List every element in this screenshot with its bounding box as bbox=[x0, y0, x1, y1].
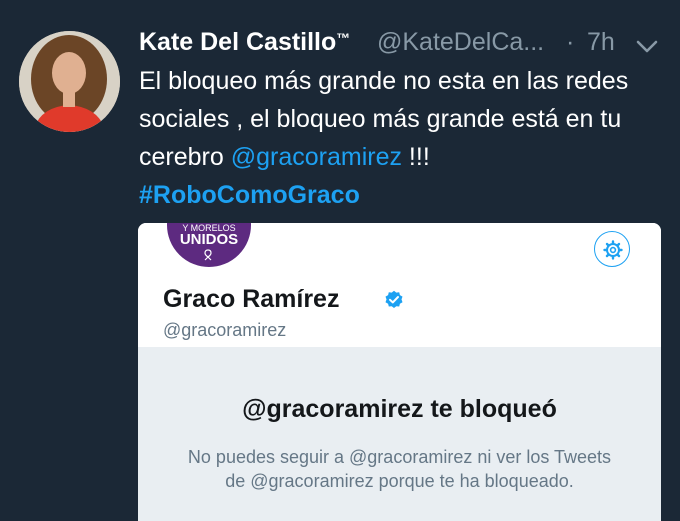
profile-avatar[interactable]: Y MORELOS UNIDOS bbox=[165, 223, 253, 269]
profile-name[interactable]: Graco Ramírez bbox=[163, 285, 339, 314]
separator-dot: · bbox=[566, 28, 575, 56]
profile-header: Y MORELOS UNIDOS Graco Ramírez @gracoram… bbox=[138, 223, 661, 347]
ribbon-icon bbox=[204, 249, 212, 261]
blocked-title: @gracoramirez te bloqueó bbox=[242, 395, 557, 423]
author-avatar[interactable] bbox=[19, 31, 120, 132]
blocked-description: No puedes seguir a @gracoramirez ni ver … bbox=[187, 447, 612, 491]
author-handle[interactable]: @KateDelCa... bbox=[377, 28, 544, 57]
screenshot-card: Y MORELOS UNIDOS Graco Ramírez @gracoram… bbox=[138, 223, 661, 521]
tweet-header: Kate Del Castillo™ @KateDelCa... · 7h bbox=[139, 28, 669, 64]
badge-line-2: UNIDOS bbox=[179, 231, 239, 248]
tweet-text: El bloqueo más grande no esta en las red… bbox=[139, 62, 654, 214]
chevron-down-icon[interactable] bbox=[636, 40, 658, 54]
tweet-timestamp[interactable]: 7h bbox=[587, 28, 615, 57]
author-name[interactable]: Kate Del Castillo™ bbox=[139, 28, 350, 57]
tweet-text-exclamation: !!! bbox=[401, 143, 430, 171]
verified-badge-icon bbox=[385, 290, 403, 308]
settings-button[interactable] bbox=[594, 231, 630, 267]
profile-handle[interactable]: @gracoramirez bbox=[163, 320, 286, 341]
mention-link[interactable]: @gracoramirez bbox=[231, 143, 402, 171]
gear-icon bbox=[603, 240, 623, 260]
hashtag-link[interactable]: #RoboComoGraco bbox=[139, 181, 360, 209]
trademark-symbol: ™ bbox=[336, 30, 351, 46]
